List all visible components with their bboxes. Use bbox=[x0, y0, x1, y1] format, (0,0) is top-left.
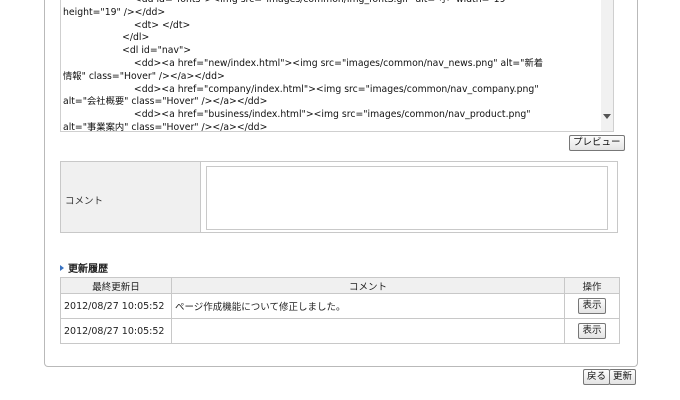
history-header-row: 最終更新日 コメント 操作 bbox=[60, 277, 620, 294]
row-date: 2012/08/27 10:05:52 bbox=[60, 293, 172, 319]
table-row: 2012/08/27 10:05:52 ページ作成機能について修正しました。 表… bbox=[60, 293, 620, 319]
comment-textarea[interactable] bbox=[206, 166, 608, 230]
row-action-cell: 表示 bbox=[564, 318, 620, 344]
history-heading-text: 更新履歴 bbox=[68, 264, 108, 275]
row-action-cell: 表示 bbox=[564, 293, 620, 319]
comment-label: コメント bbox=[65, 196, 104, 207]
column-header-action: 操作 bbox=[564, 277, 620, 294]
row-date: 2012/08/27 10:05:52 bbox=[60, 318, 172, 344]
row-comment: ページ作成機能について修正しました。 bbox=[171, 293, 565, 319]
code-editor[interactable]: <dd id="fonts"><img src="images/common/i… bbox=[60, 0, 614, 132]
view-button[interactable]: 表示 bbox=[578, 298, 606, 314]
back-button[interactable]: 戻る bbox=[583, 369, 611, 385]
history-table: 最終更新日 コメント 操作 2012/08/27 10:05:52 ページ作成機… bbox=[60, 277, 620, 344]
scrollbar-thumb[interactable] bbox=[603, 0, 611, 100]
view-button[interactable]: 表示 bbox=[578, 323, 606, 339]
update-button[interactable]: 更新 bbox=[609, 369, 637, 385]
comment-form-row: コメント bbox=[60, 161, 618, 233]
row-comment bbox=[171, 318, 565, 344]
triangle-bullet-icon bbox=[60, 265, 64, 271]
table-row: 2012/08/27 10:05:52 表示 bbox=[60, 318, 620, 344]
column-header-comment: コメント bbox=[171, 277, 565, 294]
comment-label-cell: コメント bbox=[61, 162, 201, 232]
preview-button[interactable]: プレビュー bbox=[569, 135, 625, 151]
code-editor-text[interactable]: <dd id="fonts"><img src="images/common/i… bbox=[63, 0, 603, 131]
column-header-date: 最終更新日 bbox=[60, 277, 172, 294]
code-editor-scrollbar[interactable] bbox=[601, 0, 613, 131]
scroll-down-arrow-icon[interactable] bbox=[603, 114, 611, 119]
history-heading: 更新履歴 bbox=[60, 260, 108, 275]
